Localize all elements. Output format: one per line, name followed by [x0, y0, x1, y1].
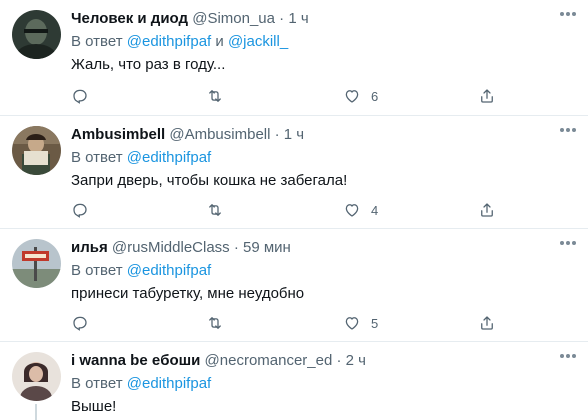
timestamp[interactable]: 1 ч	[288, 10, 308, 27]
heart-icon	[345, 90, 359, 103]
tweet-actions: 5	[71, 313, 501, 333]
heart-icon	[345, 204, 359, 217]
mention-link[interactable]: @edithpifpaf	[127, 149, 211, 166]
tweet-header: i wanna be eбоши @necromancer_ed · 2 ч	[71, 351, 576, 371]
display-name[interactable]: илья	[71, 239, 108, 256]
tweet-text: Запри дверь, чтобы кошка не забегала!	[71, 172, 348, 189]
like-button[interactable]: 6	[343, 86, 378, 106]
timestamp[interactable]: 59 мин	[243, 239, 291, 256]
like-count: 4	[371, 202, 379, 218]
share-icon	[481, 203, 493, 217]
mention-link[interactable]: @edithpifpaf	[127, 375, 211, 392]
retweet-button[interactable]	[206, 200, 224, 220]
separator: ·	[233, 239, 239, 256]
avatar[interactable]	[12, 352, 61, 401]
share-button[interactable]	[478, 200, 496, 220]
reply-icon	[73, 316, 87, 331]
timestamp[interactable]: 1 ч	[284, 126, 304, 143]
user-handle[interactable]: @Simon_ua	[192, 10, 275, 27]
share-button[interactable]	[478, 313, 496, 333]
tweet[interactable]: Ambusimbell @Ambusimbell · 1 ч В ответ @…	[0, 116, 588, 229]
share-icon	[481, 89, 493, 103]
tweet-header: Человек и диод @Simon_ua · 1 ч	[71, 9, 576, 29]
reply-context: В ответ @edithpifpaf	[71, 374, 576, 394]
more-icon[interactable]	[560, 127, 578, 133]
mention-link[interactable]: @edithpifpaf	[127, 262, 211, 279]
tweet-text: Жаль, что раз в году...	[71, 56, 226, 73]
reply-prefix: В ответ	[71, 33, 123, 50]
retweet-button[interactable]	[206, 86, 224, 106]
tweet[interactable]: илья @rusMiddleClass · 59 мин В ответ @e…	[0, 229, 588, 342]
tweet[interactable]: Человек и диод @Simon_ua · 1 ч В ответ @…	[0, 0, 588, 116]
reply-prefix: В ответ	[71, 149, 123, 166]
reply-context: В ответ @edithpifpaf и @jackill_	[71, 32, 576, 52]
tweet-actions: 4	[71, 200, 501, 220]
tweet-text: Выше!	[71, 398, 117, 415]
tweet-header: Ambusimbell @Ambusimbell · 1 ч	[71, 125, 576, 145]
thread-line	[35, 404, 37, 420]
reply-icon	[73, 203, 87, 218]
separator: ·	[336, 352, 342, 369]
retweet-icon	[209, 90, 221, 102]
reply-button[interactable]	[71, 313, 89, 333]
display-name[interactable]: Ambusimbell	[71, 126, 165, 143]
reply-context: В ответ @edithpifpaf	[71, 148, 576, 168]
reply-prefix: В ответ	[71, 262, 123, 279]
retweet-button[interactable]	[206, 313, 224, 333]
separator: ·	[279, 10, 285, 27]
user-handle[interactable]: @necromancer_ed	[205, 352, 333, 369]
avatar[interactable]	[12, 126, 61, 175]
heart-icon	[345, 317, 359, 330]
reply-button[interactable]	[71, 200, 89, 220]
reply-icon	[73, 89, 87, 104]
like-count: 5	[371, 315, 379, 331]
more-icon[interactable]	[560, 240, 578, 246]
retweet-icon	[209, 204, 221, 216]
user-handle[interactable]: @rusMiddleClass	[112, 239, 230, 256]
display-name[interactable]: Человек и диод	[71, 10, 188, 27]
retweet-icon	[209, 317, 221, 329]
share-icon	[481, 316, 493, 330]
tweet-actions: 6	[71, 86, 501, 106]
tweet-header: илья @rusMiddleClass · 59 мин	[71, 238, 576, 258]
avatar[interactable]	[12, 10, 61, 59]
user-handle[interactable]: @Ambusimbell	[169, 126, 270, 143]
reply-context: В ответ @edithpifpaf	[71, 261, 576, 281]
tweet-text: принеси табуретку, мне неудобно	[71, 285, 305, 302]
like-button[interactable]: 4	[343, 200, 378, 220]
more-icon[interactable]	[560, 353, 578, 359]
display-name[interactable]: i wanna be eбоши	[71, 352, 200, 369]
like-count: 6	[371, 88, 379, 104]
timestamp[interactable]: 2 ч	[346, 352, 366, 369]
avatar[interactable]	[12, 239, 61, 288]
separator: ·	[274, 126, 280, 143]
mention-link[interactable]: @jackill_	[228, 33, 288, 50]
reply-button[interactable]	[71, 86, 89, 106]
share-button[interactable]	[478, 86, 496, 106]
mention-link[interactable]: @edithpifpaf	[127, 33, 211, 50]
mention-join: и	[215, 33, 224, 50]
reply-prefix: В ответ	[71, 375, 123, 392]
more-icon[interactable]	[560, 11, 578, 17]
tweet[interactable]: i wanna be eбоши @necromancer_ed · 2 ч В…	[0, 342, 588, 420]
like-button[interactable]: 5	[343, 313, 378, 333]
